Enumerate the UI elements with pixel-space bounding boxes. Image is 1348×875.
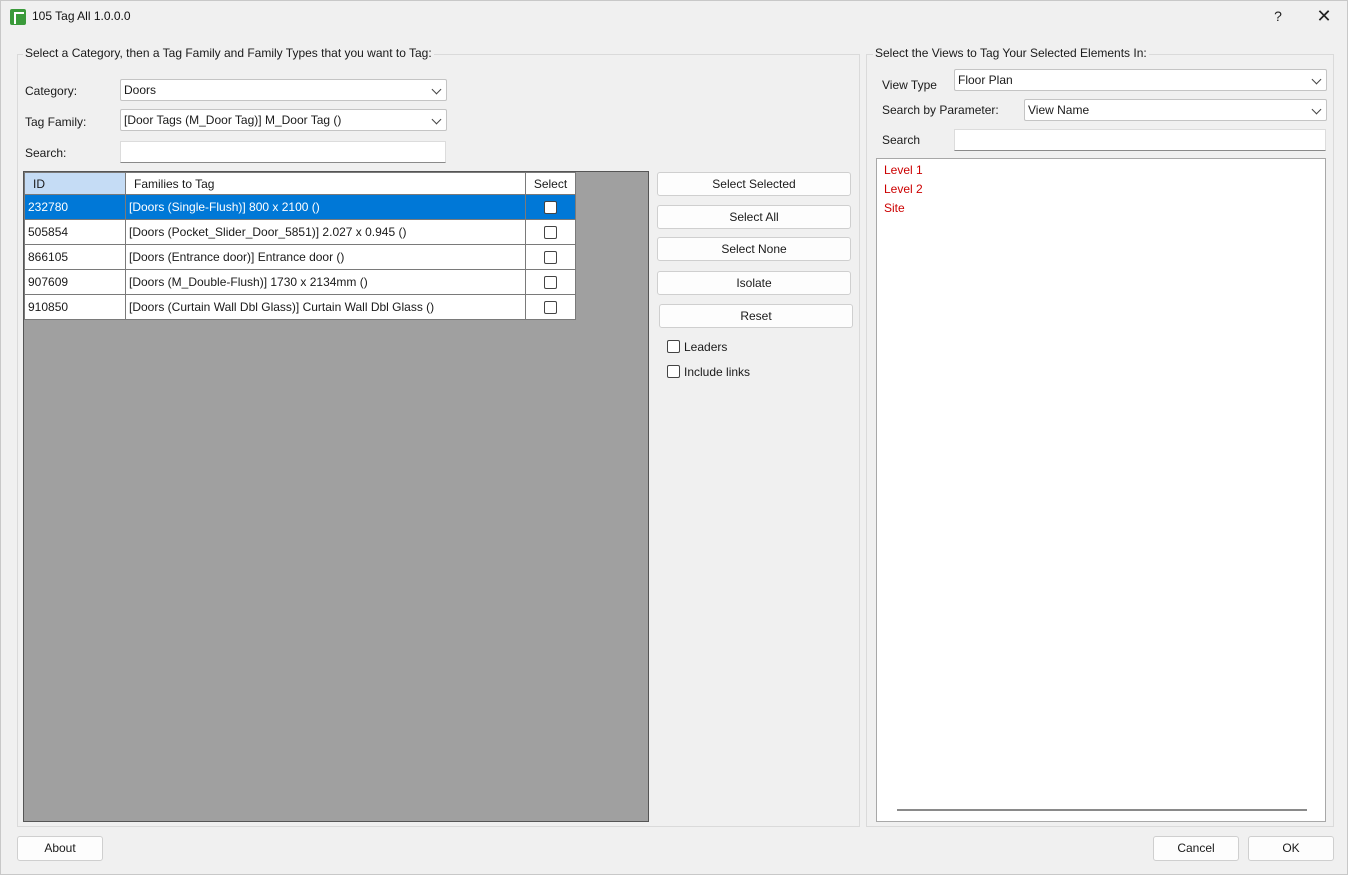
table-row[interactable]: 866105 [Doors (Entrance door)] Entrance … [24, 244, 576, 270]
row-family: [Doors (Single-Flush)] 800 x 2100 () [125, 194, 526, 220]
row-family: [Doors (M_Double-Flush)] 1730 x 2134mm (… [125, 269, 526, 295]
search-by-parameter-value: View Name [1028, 103, 1090, 117]
view-type-dropdown[interactable]: Floor Plan [954, 69, 1327, 91]
horizontal-scrollbar[interactable] [897, 809, 1307, 811]
row-id: 910850 [24, 294, 126, 320]
views-list[interactable]: Level 1 Level 2 Site [876, 158, 1326, 822]
list-item[interactable]: Level 1 [884, 163, 923, 177]
list-item[interactable]: Level 2 [884, 182, 923, 196]
row-id: 232780 [24, 194, 126, 220]
view-type-label: View Type [882, 78, 937, 92]
category-label: Category: [25, 84, 78, 98]
chevron-down-icon [1311, 104, 1322, 115]
families-table: ID Families to Tag Select 232780 [Doors … [24, 172, 576, 320]
row-family: [Doors (Entrance door)] Entrance door () [125, 244, 526, 270]
reset-button[interactable]: Reset [659, 304, 853, 328]
select-none-button[interactable]: Select None [657, 237, 851, 261]
chevron-down-icon [431, 114, 442, 125]
window-title: 105 Tag All 1.0.0.0 [32, 9, 131, 23]
column-header-id[interactable]: ID [24, 172, 126, 195]
row-id: 505854 [24, 219, 126, 245]
views-search-input[interactable] [954, 129, 1326, 151]
list-item[interactable]: Site [884, 201, 905, 215]
select-all-button[interactable]: Select All [657, 205, 851, 229]
row-select-checkbox[interactable] [544, 226, 557, 240]
row-select-checkbox[interactable] [544, 201, 557, 215]
table-row[interactable]: 232780 [Doors (Single-Flush)] 800 x 2100… [24, 194, 576, 220]
category-group-title: Select a Category, then a Tag Family and… [23, 46, 434, 60]
chevron-down-icon [431, 84, 442, 95]
chevron-down-icon [1311, 74, 1322, 85]
search-by-parameter-dropdown[interactable]: View Name [1024, 99, 1327, 121]
table-row[interactable]: 910850 [Doors (Curtain Wall Dbl Glass)] … [24, 294, 576, 320]
leaders-label: Leaders [684, 340, 728, 354]
tag-family-dropdown-value: [Door Tags (M_Door Tag)] M_Door Tag () [124, 113, 342, 127]
row-select-checkbox[interactable] [544, 251, 557, 265]
title-bar: 105 Tag All 1.0.0.0 ? ✕ [1, 1, 1347, 32]
include-links-checkbox[interactable] [667, 365, 680, 378]
row-family: [Doors (Pocket_Slider_Door_5851)] 2.027 … [125, 219, 526, 245]
include-links-label: Include links [684, 365, 751, 379]
table-row[interactable]: 907609 [Doors (M_Double-Flush)] 1730 x 2… [24, 269, 576, 295]
row-id: 866105 [24, 244, 126, 270]
search-by-parameter-label: Search by Parameter: [882, 103, 999, 117]
include-links-checkbox-row[interactable]: Include links [667, 365, 750, 379]
category-dropdown[interactable]: Doors [120, 79, 447, 101]
row-id: 907609 [24, 269, 126, 295]
app-logo-icon [10, 9, 26, 25]
category-dropdown-value: Doors [124, 83, 157, 97]
ok-button[interactable]: OK [1248, 836, 1334, 861]
help-button[interactable]: ? [1255, 1, 1301, 32]
leaders-checkbox[interactable] [667, 340, 680, 353]
close-button[interactable]: ✕ [1301, 1, 1347, 32]
column-header-select[interactable]: Select [525, 172, 576, 195]
leaders-checkbox-row[interactable]: Leaders [667, 340, 727, 354]
views-search-label: Search [882, 133, 921, 147]
table-row[interactable]: 505854 [Doors (Pocket_Slider_Door_5851)]… [24, 219, 576, 245]
view-type-dropdown-value: Floor Plan [958, 73, 1013, 87]
column-header-families[interactable]: Families to Tag [125, 172, 526, 195]
families-grid: ID Families to Tag Select 232780 [Doors … [23, 171, 649, 822]
row-select-checkbox[interactable] [544, 301, 557, 315]
search-label: Search: [25, 146, 67, 160]
select-selected-button[interactable]: Select Selected [657, 172, 851, 196]
about-button[interactable]: About [17, 836, 103, 861]
tag-family-label: Tag Family: [25, 115, 87, 129]
dialog-window: 105 Tag All 1.0.0.0 ? ✕ Select a Categor… [0, 0, 1348, 875]
row-family: [Doors (Curtain Wall Dbl Glass)] Curtain… [125, 294, 526, 320]
views-group-title: Select the Views to Tag Your Selected El… [873, 46, 1149, 60]
family-search-input[interactable] [120, 141, 446, 163]
cancel-button[interactable]: Cancel [1153, 836, 1239, 861]
isolate-button[interactable]: Isolate [657, 271, 851, 295]
tag-family-dropdown[interactable]: [Door Tags (M_Door Tag)] M_Door Tag () [120, 109, 447, 131]
row-select-checkbox[interactable] [544, 276, 557, 290]
